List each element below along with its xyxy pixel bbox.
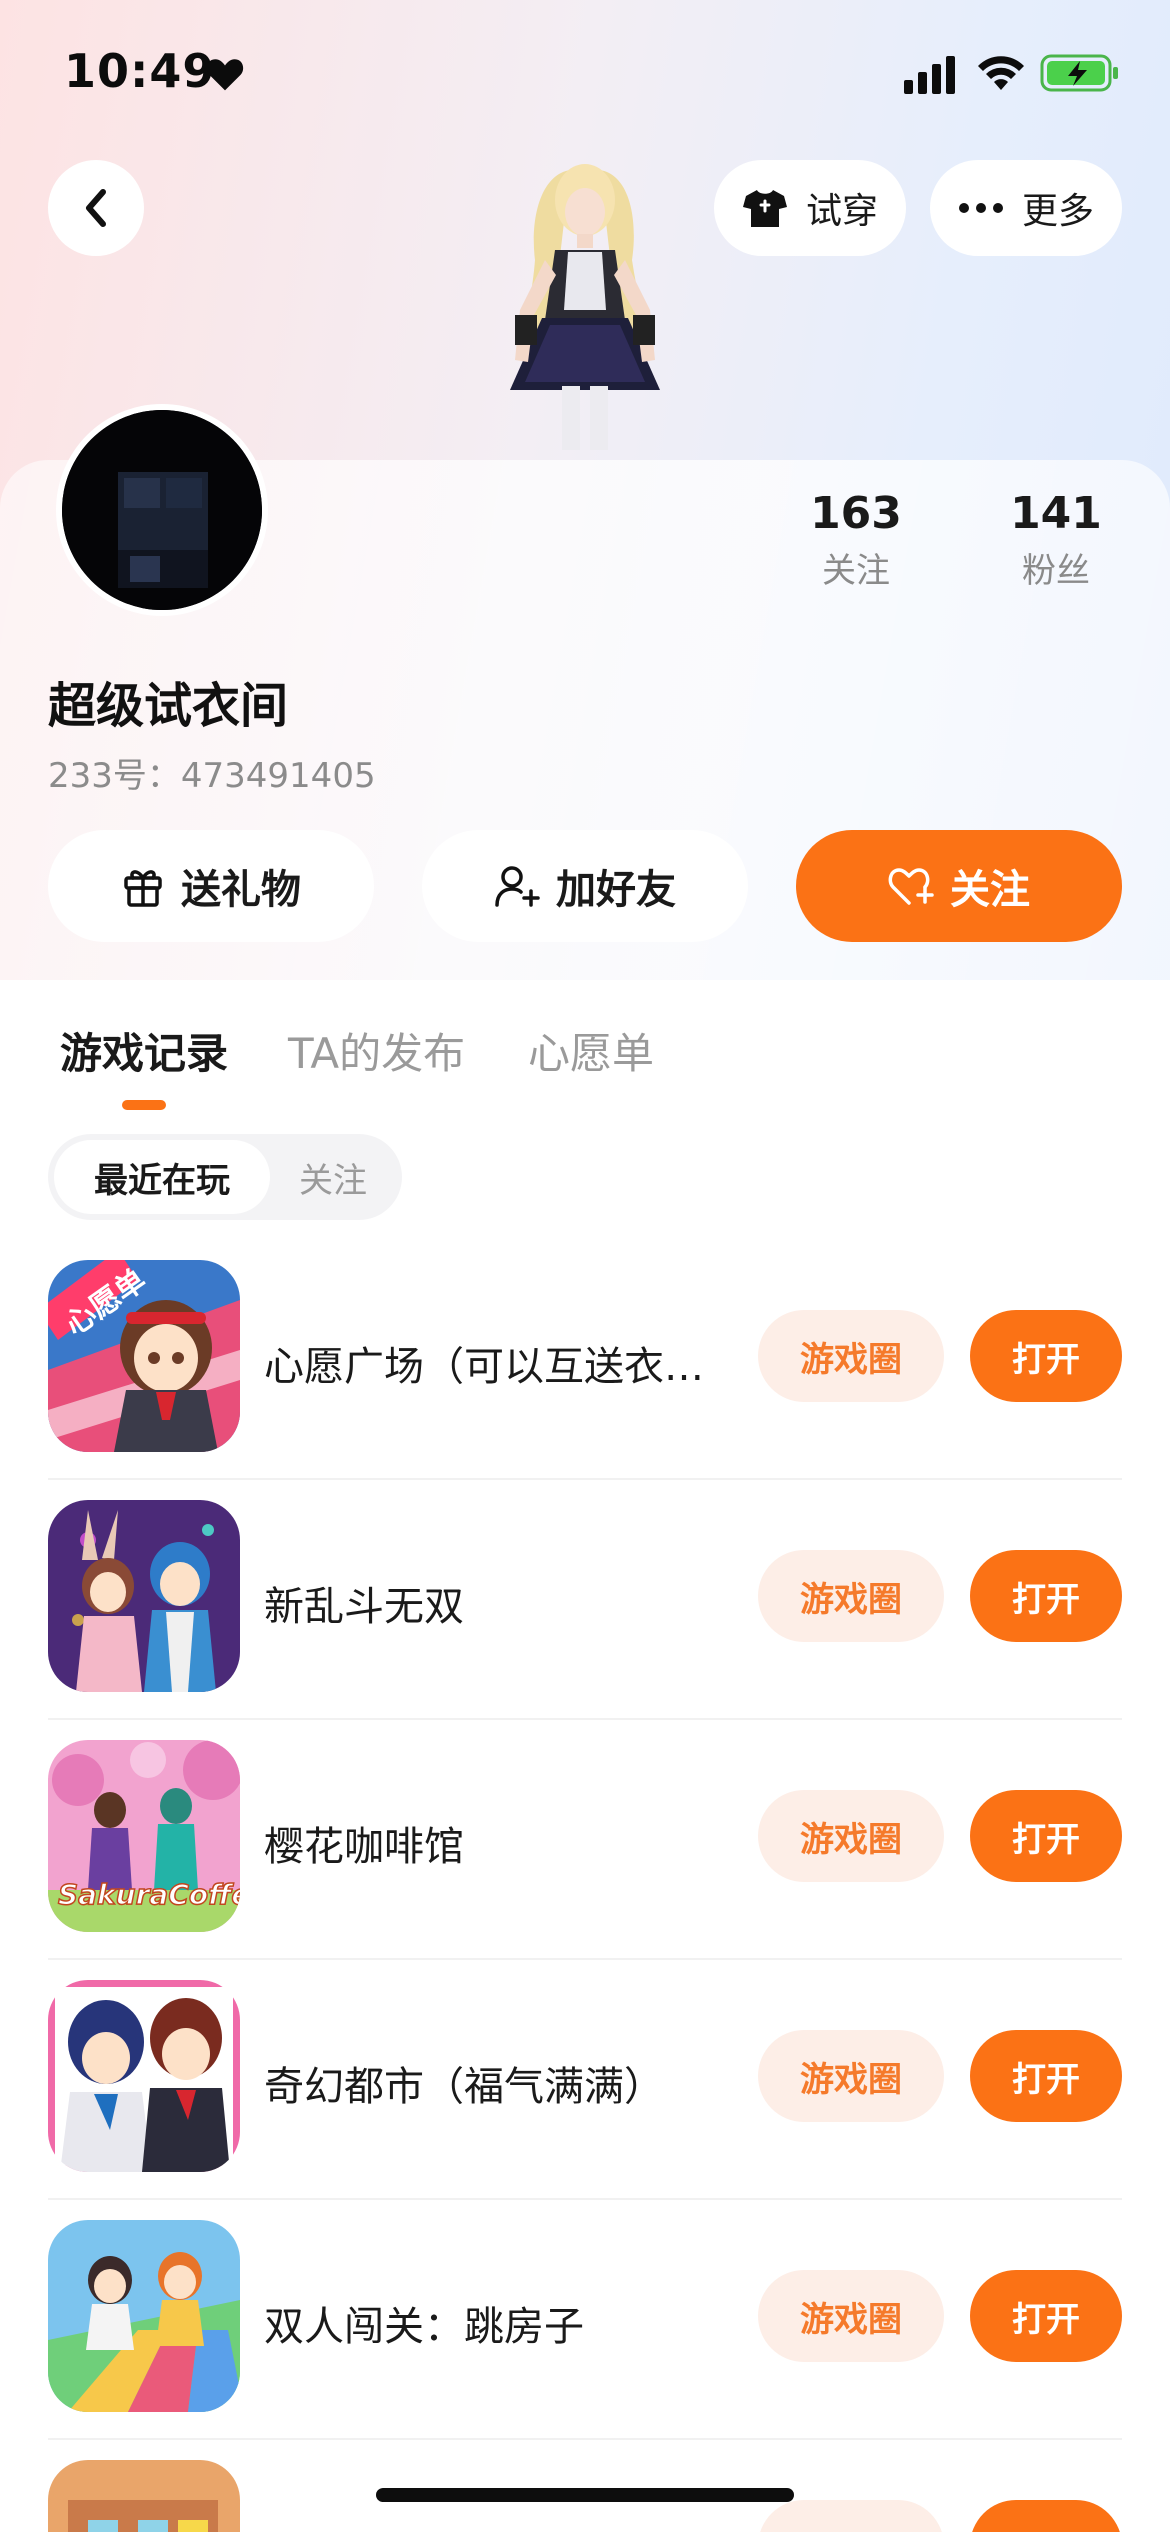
tab-posts[interactable]: TA的发布	[288, 1020, 465, 1081]
profile-id: 233号：473491405	[48, 756, 376, 796]
list-item[interactable]: 奇幻都市（福气满满） 游戏圈 打开	[0, 1960, 1170, 2200]
following-stat[interactable]: 163 关注	[786, 488, 926, 592]
following-count: 163	[810, 488, 902, 539]
heart-icon	[206, 59, 244, 91]
send-gift-button[interactable]: 送礼物	[48, 830, 374, 942]
game-circle-button[interactable]: 游戏圈	[758, 1790, 944, 1882]
game-circle-button[interactable]: 游戏圈	[758, 1310, 944, 1402]
avatar-image	[62, 410, 262, 610]
more-label: 更多	[1021, 191, 1094, 232]
game-icon-wish-square: 心愿单	[48, 1260, 240, 1452]
shirt-icon	[742, 190, 787, 227]
cellular-signal-icon	[904, 56, 955, 94]
game-circle-button[interactable]: 游戏圈	[758, 2030, 944, 2122]
game-title: 奇幻都市（福气满满）	[264, 2064, 664, 2110]
heart-plus-icon	[888, 868, 934, 905]
profile-name: 超级试衣间	[48, 678, 289, 734]
back-button[interactable]	[48, 160, 144, 256]
add-friend-button[interactable]: 加好友	[422, 830, 748, 942]
follow-button[interactable]: 关注	[796, 830, 1122, 942]
open-game-button[interactable]: 打开	[970, 1790, 1122, 1882]
avatar-figure	[510, 164, 660, 450]
game-title: 双人闯关：跳房子	[264, 2304, 584, 2350]
segment-followed[interactable]: 关注	[270, 1140, 396, 1214]
add-user-icon	[495, 866, 540, 907]
following-label: 关注	[822, 551, 890, 591]
game-filter-segment: 最近在玩 关注	[48, 1134, 402, 1220]
game-circle-button[interactable]	[758, 2500, 944, 2532]
list-item[interactable]: 新乱斗无双 游戏圈 打开	[0, 1480, 1170, 1720]
tab-wishlist[interactable]: 心愿单	[528, 1020, 654, 1081]
try-on-label: 试穿	[805, 191, 878, 232]
game-icon-brawl	[48, 1500, 240, 1692]
fans-count: 141	[1010, 488, 1102, 539]
open-game-button[interactable]: 打开	[970, 1550, 1122, 1642]
tab-game-records[interactable]: 游戏记录	[60, 1020, 228, 1081]
open-game-button[interactable]	[970, 2500, 1122, 2532]
list-item[interactable]: SakuraCoffee 樱花咖啡馆 游戏圈 打开	[0, 1720, 1170, 1960]
chevron-left-icon	[86, 189, 106, 227]
segment-recent[interactable]: 最近在玩	[54, 1140, 270, 1214]
profile-tabs: 游戏记录 TA的发布 心愿单	[0, 980, 1170, 1120]
follow-label: 关注	[950, 867, 1030, 913]
add-friend-label: 加好友	[556, 867, 676, 913]
gift-icon	[124, 870, 162, 907]
try-on-button[interactable]: 试穿	[714, 160, 906, 256]
status-bar: 10:49	[0, 0, 1170, 150]
fans-stat[interactable]: 141 粉丝	[986, 488, 1126, 592]
game-title: 樱花咖啡馆	[264, 1824, 464, 1870]
list-item[interactable]: 双人闯关：跳房子 游戏圈 打开	[0, 2200, 1170, 2440]
more-dots-icon	[958, 203, 1003, 213]
tab-active-indicator	[122, 1100, 166, 1110]
home-indicator	[376, 2488, 794, 2502]
game-icon-hopscotch	[48, 2220, 240, 2412]
list-item[interactable]: 心愿单 心愿广场（可以互送衣服） 游戏圈 打开	[0, 1240, 1170, 1480]
open-game-button[interactable]: 打开	[970, 1310, 1122, 1402]
send-gift-label: 送礼物	[181, 867, 301, 913]
status-time: 10:49	[64, 44, 216, 98]
game-title: 新乱斗无双	[264, 1584, 464, 1630]
more-button[interactable]: 更多	[930, 160, 1122, 256]
list-item-partial[interactable]	[0, 2440, 1170, 2532]
battery-charging-icon	[1040, 54, 1118, 92]
fans-label: 粉丝	[1022, 551, 1090, 591]
open-game-button[interactable]: 打开	[970, 2030, 1122, 2122]
game-icon-partial	[48, 2460, 240, 2532]
open-game-button[interactable]: 打开	[970, 2270, 1122, 2362]
game-circle-button[interactable]: 游戏圈	[758, 2270, 944, 2362]
game-title: 心愿广场（可以互送衣服）	[264, 1344, 734, 1390]
game-icon-badge: SakuraCoffee	[58, 1878, 240, 1911]
game-icon-sakura-coffee: SakuraCoffee	[48, 1740, 240, 1932]
game-circle-button[interactable]: 游戏圈	[758, 1550, 944, 1642]
wifi-icon	[978, 56, 1024, 90]
avatar[interactable]	[56, 404, 268, 616]
game-icon-fantasy-city	[48, 1980, 240, 2172]
